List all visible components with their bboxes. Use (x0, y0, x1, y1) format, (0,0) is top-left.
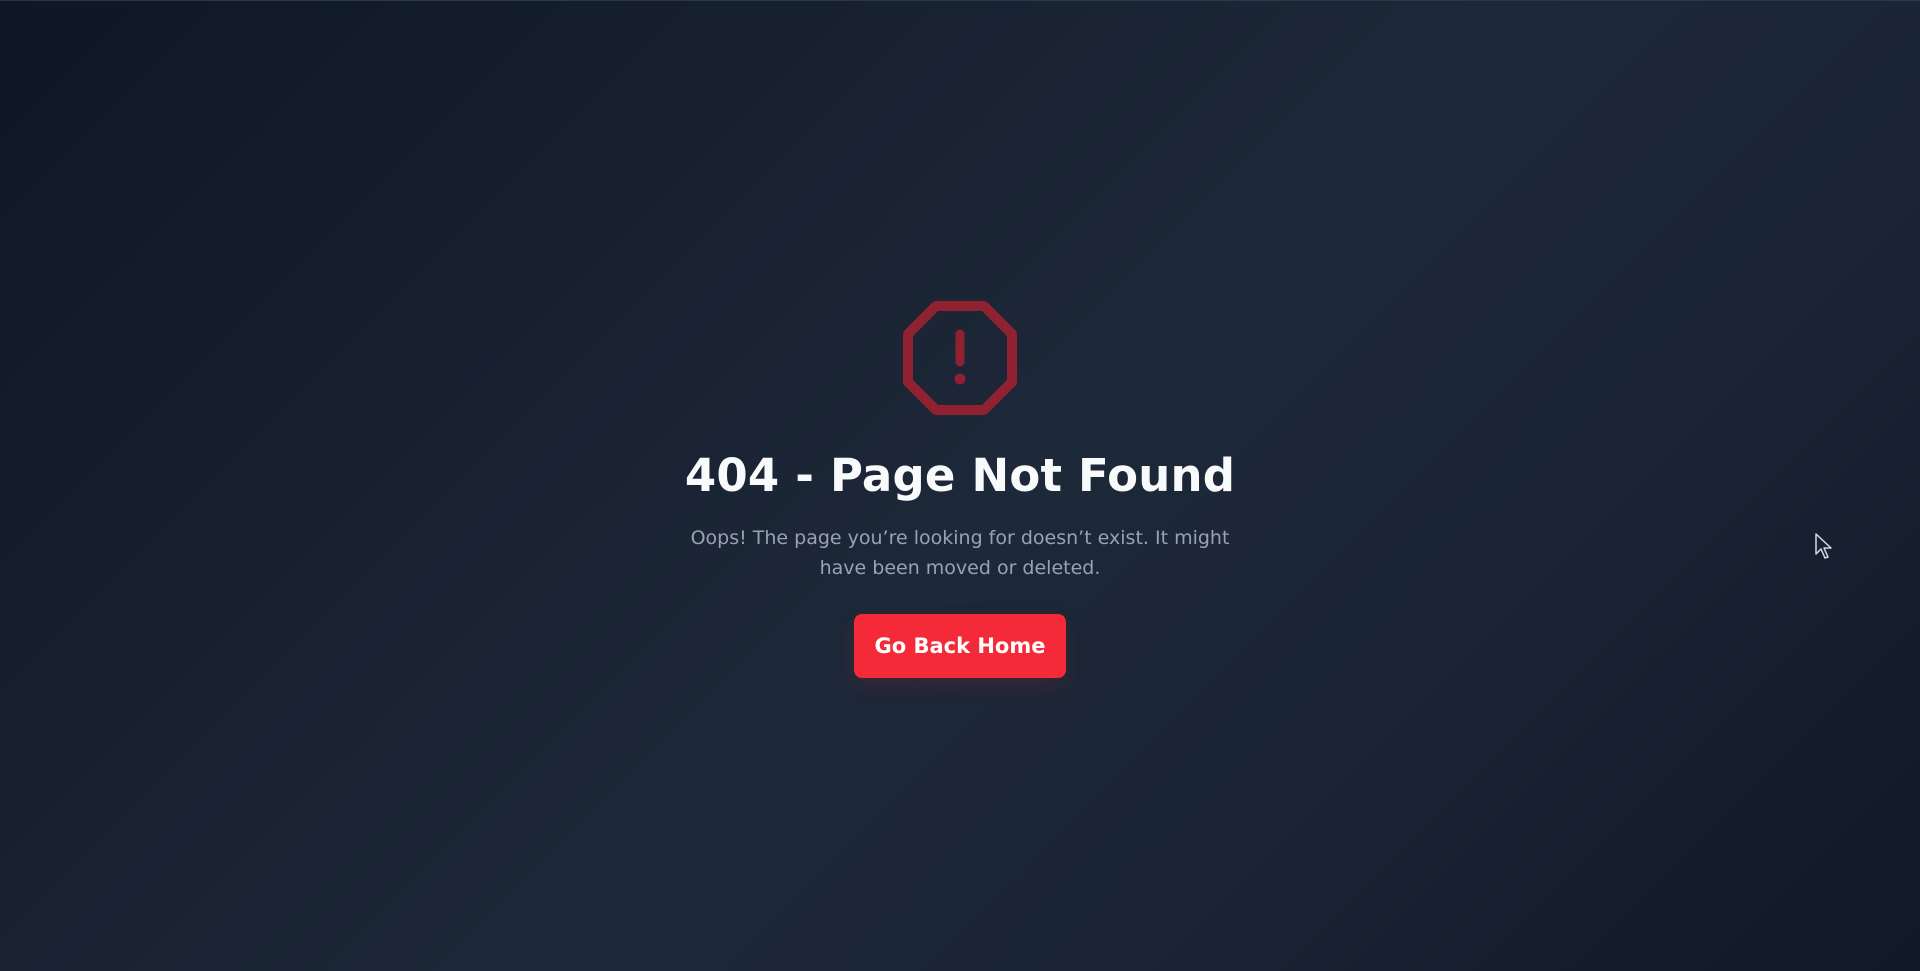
mouse-cursor-icon (1815, 533, 1832, 559)
go-back-home-button[interactable]: Go Back Home (854, 613, 1066, 678)
octagon-alert-icon (903, 301, 1017, 415)
top-border-line (0, 0, 1920, 1)
page-title: 404 - Page Not Found (684, 449, 1236, 502)
not-found-content: 404 - Page Not Found Oops! The page you’… (0, 300, 1920, 678)
not-found-message: Oops! The page you’re looking for doesn’… (690, 526, 1230, 579)
